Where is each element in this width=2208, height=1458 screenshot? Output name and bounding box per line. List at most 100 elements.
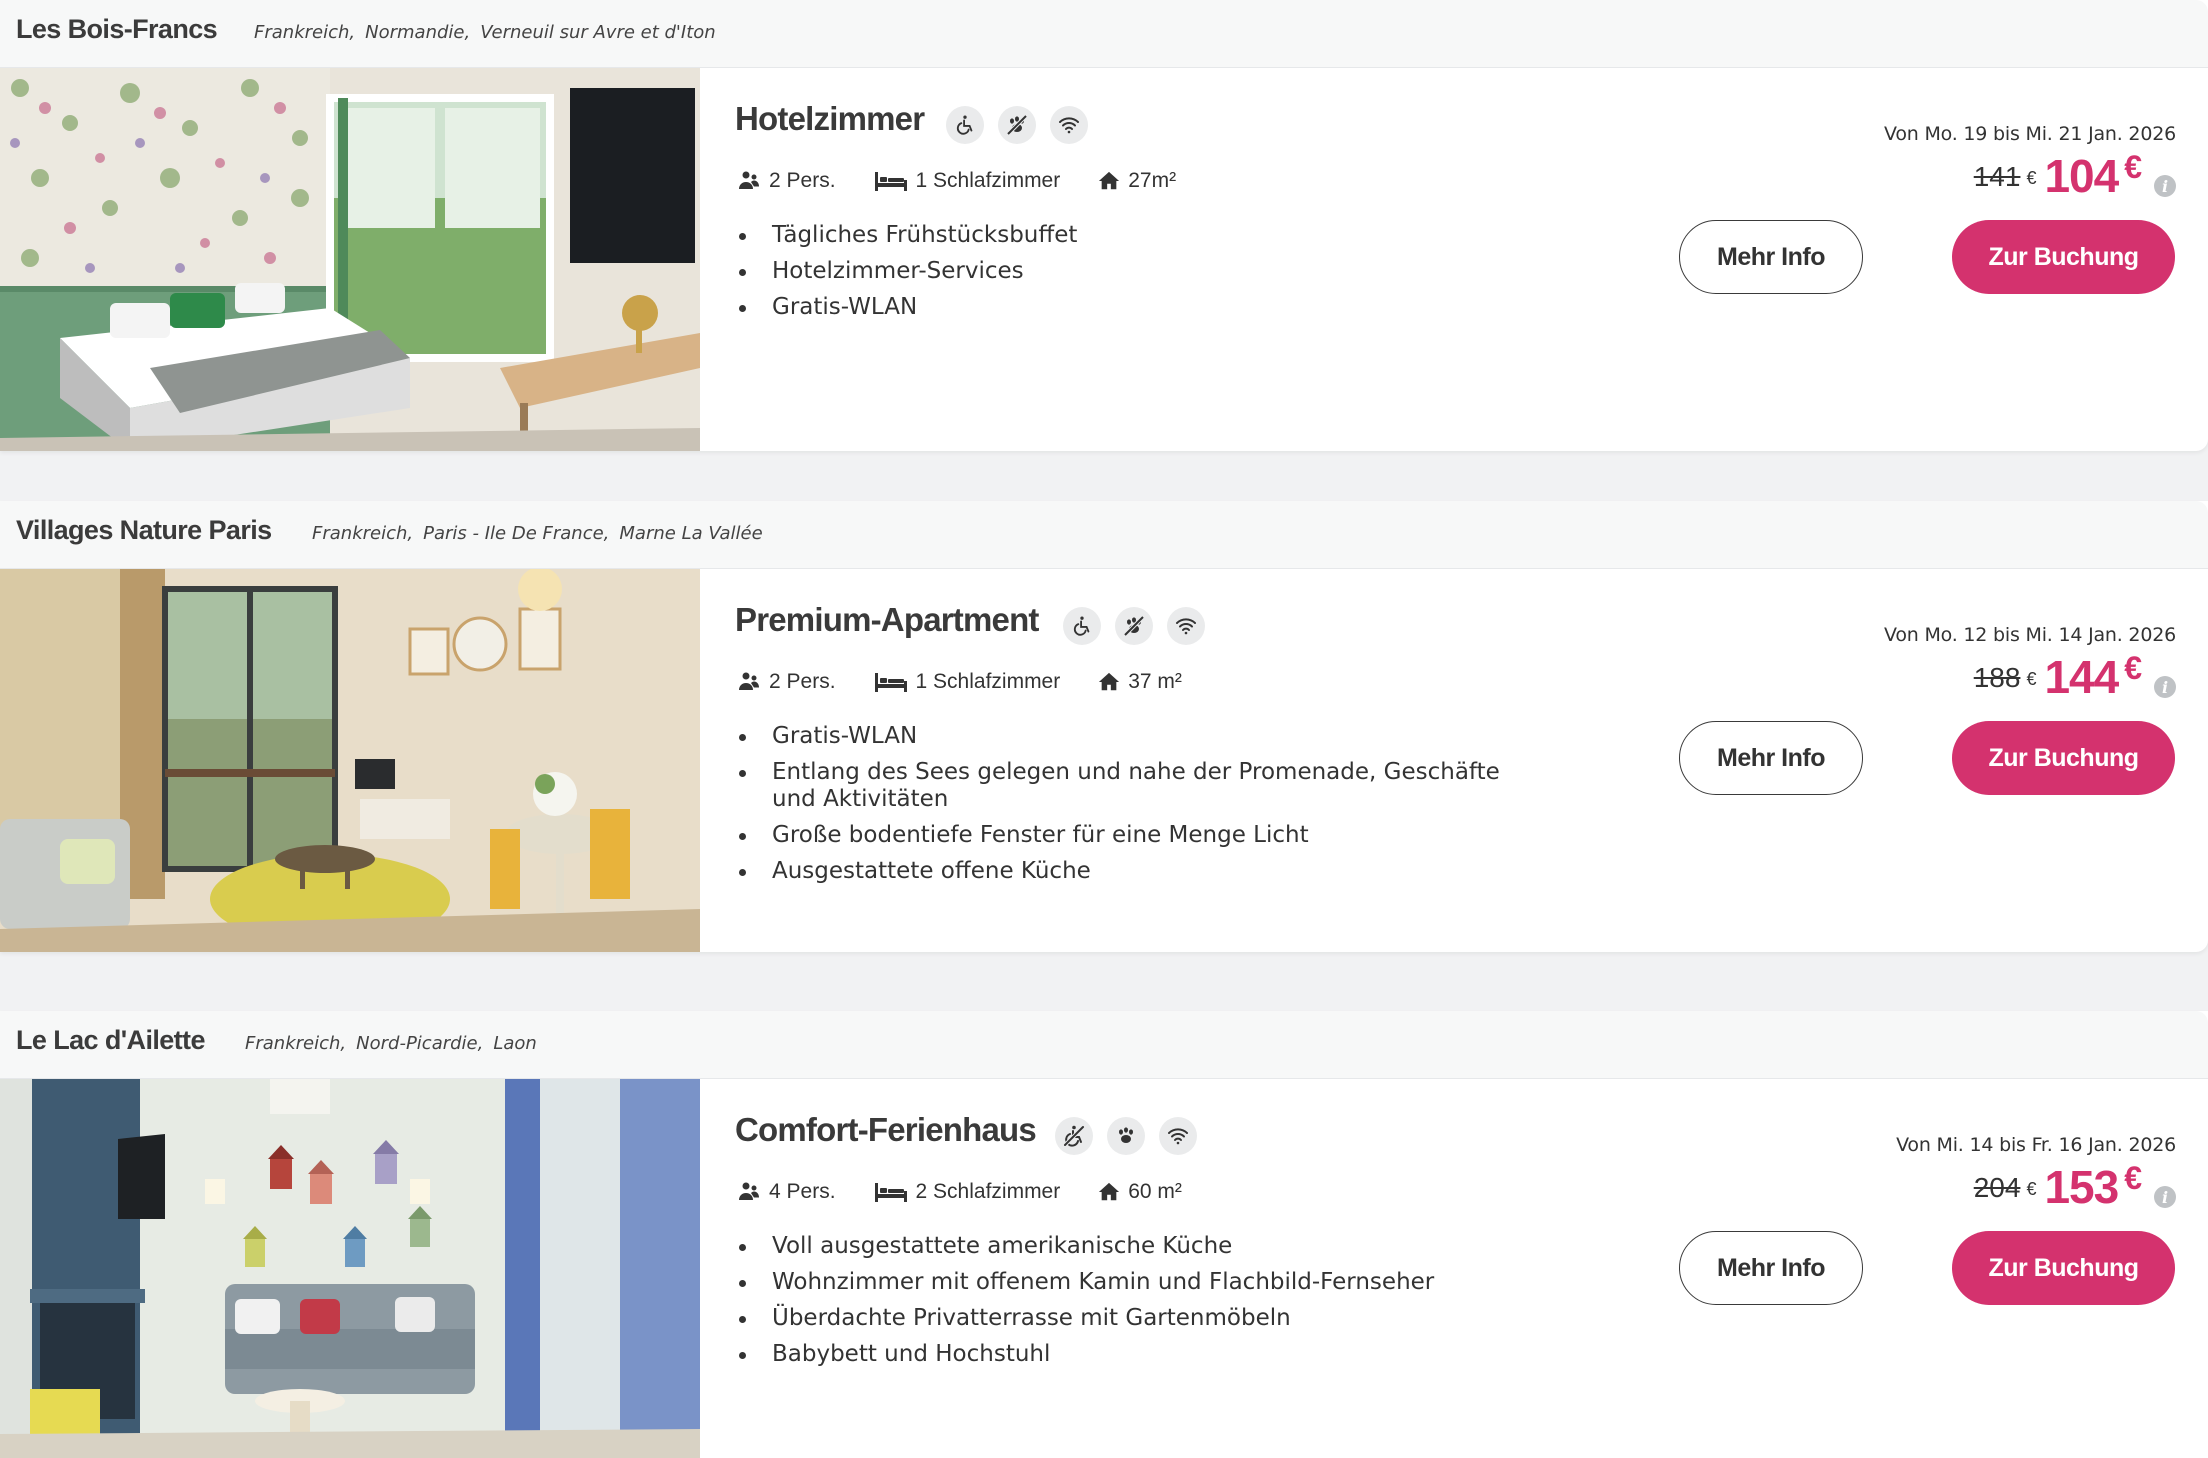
persons-icon (739, 672, 759, 690)
amenity-icons (1063, 607, 1205, 645)
room-type-title[interactable]: Hotelzimmer (735, 100, 925, 138)
old-price-currency: € (2026, 669, 2037, 689)
location-region: Normandie, (365, 22, 471, 43)
room-photo[interactable] (0, 68, 700, 451)
book-button[interactable]: Zur Buchung (1952, 721, 2175, 795)
location-country: Frankreich, (245, 1033, 347, 1054)
house-icon (1099, 171, 1120, 190)
persons-icon (739, 171, 759, 189)
wifi-icon[interactable] (1159, 1117, 1197, 1155)
price-info-icon[interactable]: i (2154, 175, 2176, 197)
bedrooms-fact: 2 Schlafzimmer (874, 1180, 1060, 1204)
persons-fact: 4 Pers. (737, 1180, 836, 1204)
listing-card: Le Lac d'Ailette Frankreich, Nord-Picard… (0, 1011, 2208, 1458)
bed-icon (874, 172, 907, 191)
feature-item: Tägliches Frühstücksbuffet (736, 222, 1516, 249)
park-name[interactable]: Le Lac d'Ailette (16, 1025, 205, 1056)
location-city: Laon (493, 1033, 537, 1054)
bedrooms-fact: 1 Schlafzimmer (874, 670, 1060, 694)
location-city: Marne La Vallée (619, 523, 763, 544)
feature-list: Gratis-WLAN Entlang des Sees gelegen und… (736, 723, 1516, 894)
amenity-icons (1055, 1117, 1197, 1155)
location-breadcrumb: Frankreich, Paris - Ile De France, Marne… (312, 523, 763, 544)
current-price-currency: € (2124, 149, 2142, 185)
feature-list: Voll ausgestattete amerikanische Küche W… (736, 1233, 1516, 1377)
park-name[interactable]: Villages Nature Paris (16, 515, 272, 546)
area-fact: 60 m² (1098, 1180, 1182, 1204)
stay-dates: Von Mo. 12 bis Mi. 14 Jan. 2026 (1884, 624, 2176, 646)
price-info-icon[interactable]: i (2154, 1186, 2176, 1208)
feature-item: Ausgestattete offene Küche (736, 858, 1516, 885)
room-photo[interactable] (0, 1079, 700, 1458)
wifi-icon[interactable] (1050, 106, 1088, 144)
old-price-currency: € (2026, 168, 2037, 188)
no-pets-icon[interactable] (998, 106, 1036, 144)
current-price: 104 (2044, 150, 2119, 202)
room-photo[interactable] (0, 569, 700, 952)
current-price-currency: € (2124, 1160, 2142, 1196)
price-block: 188 € 144 € i (1973, 650, 2176, 703)
room-facts: 2 Pers. 1 Schlafzimmer 37 m² (737, 670, 1220, 694)
bedrooms-fact: 1 Schlafzimmer (874, 169, 1060, 193)
feature-item: Gratis-WLAN (736, 294, 1516, 321)
wifi-icon[interactable] (1167, 607, 1205, 645)
price-block: 204 € 153 € i (1973, 1160, 2176, 1213)
bed-icon (874, 673, 907, 692)
bed-icon (874, 1183, 907, 1202)
location-region: Paris - Ile De France, (423, 523, 610, 544)
feature-item: Hotelzimmer-Services (736, 258, 1516, 285)
current-price: 144 (2044, 651, 2119, 703)
feature-list: Tägliches Frühstücksbuffet Hotelzimmer-S… (736, 222, 1516, 330)
wheelchair-icon[interactable] (1063, 607, 1101, 645)
persons-fact: 2 Pers. (737, 670, 836, 694)
listing-card: Villages Nature Paris Frankreich, Paris … (0, 501, 2208, 952)
persons-fact: 2 Pers. (737, 169, 836, 193)
listing-card: Les Bois-Francs Frankreich, Normandie, V… (0, 0, 2208, 451)
house-icon (1099, 1182, 1120, 1201)
location-breadcrumb: Frankreich, Normandie, Verneuil sur Avre… (254, 22, 716, 43)
current-price-currency: € (2124, 650, 2142, 686)
location-country: Frankreich, (312, 523, 414, 544)
no-pets-icon[interactable] (1115, 607, 1153, 645)
pets-allowed-icon[interactable] (1107, 1117, 1145, 1155)
listing-header: Villages Nature Paris Frankreich, Paris … (0, 501, 2208, 569)
area-fact: 37 m² (1098, 670, 1182, 694)
listing-header: Les Bois-Francs Frankreich, Normandie, V… (0, 0, 2208, 68)
more-info-button[interactable]: Mehr Info (1679, 220, 1863, 294)
area-fact: 27m² (1098, 169, 1176, 193)
feature-item: Gratis-WLAN (736, 723, 1516, 750)
book-button[interactable]: Zur Buchung (1952, 220, 2175, 294)
room-facts: 2 Pers. 1 Schlafzimmer 27m² (737, 169, 1214, 193)
more-info-button[interactable]: Mehr Info (1679, 1231, 1863, 1305)
feature-item: Entlang des Sees gelegen und nahe der Pr… (736, 759, 1516, 813)
listing-header: Le Lac d'Ailette Frankreich, Nord-Picard… (0, 1011, 2208, 1079)
location-breadcrumb: Frankreich, Nord-Picardie, Laon (245, 1033, 537, 1054)
feature-item: Große bodentiefe Fenster für eine Menge … (736, 822, 1516, 849)
room-type-title[interactable]: Comfort-Ferienhaus (735, 1111, 1037, 1149)
old-price: 141 (1973, 161, 2021, 192)
stay-dates: Von Mo. 19 bis Mi. 21 Jan. 2026 (1884, 123, 2176, 145)
room-type-title[interactable]: Premium-Apartment (735, 601, 1039, 639)
old-price: 204 (1973, 1172, 2021, 1203)
old-price: 188 (1973, 662, 2021, 693)
location-city: Verneuil sur Avre et d'Iton (480, 22, 716, 43)
amenity-icons (946, 106, 1088, 144)
book-button[interactable]: Zur Buchung (1952, 1231, 2175, 1305)
feature-item: Babybett und Hochstuhl (736, 1341, 1516, 1368)
persons-icon (739, 1182, 759, 1200)
stay-dates: Von Mi. 14 bis Fr. 16 Jan. 2026 (1896, 1134, 2176, 1156)
price-block: 141 € 104 € i (1973, 149, 2176, 202)
wheelchair-icon[interactable] (946, 106, 984, 144)
price-info-icon[interactable]: i (2154, 676, 2176, 698)
more-info-button[interactable]: Mehr Info (1679, 721, 1863, 795)
feature-item: Voll ausgestattete amerikanische Küche (736, 1233, 1516, 1260)
not-wheelchair-icon[interactable] (1055, 1117, 1093, 1155)
room-facts: 4 Pers. 2 Schlafzimmer 60 m² (737, 1180, 1220, 1204)
location-country: Frankreich, (254, 22, 356, 43)
old-price-currency: € (2026, 1179, 2037, 1199)
current-price: 153 (2044, 1161, 2119, 1213)
house-icon (1099, 672, 1120, 691)
park-name[interactable]: Les Bois-Francs (16, 14, 218, 45)
feature-item: Überdachte Privatterrasse mit Gartenmöbe… (736, 1305, 1516, 1332)
feature-item: Wohnzimmer mit offenem Kamin und Flachbi… (736, 1269, 1516, 1296)
